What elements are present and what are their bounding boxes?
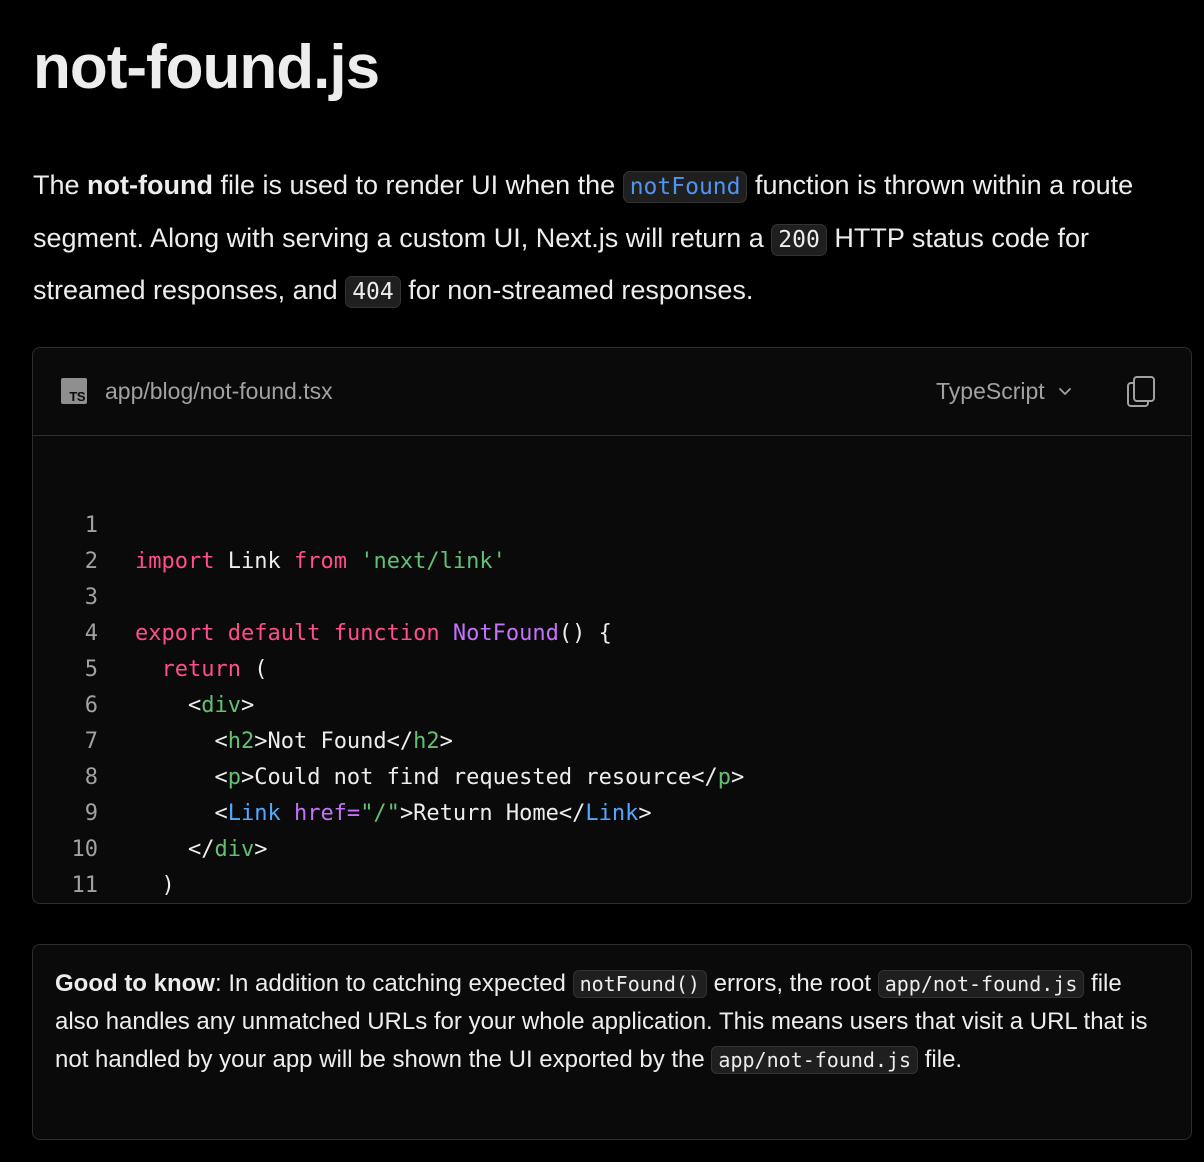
- note-text: : In addition to catching expected: [214, 970, 573, 997]
- intro-bold-term: not-found: [87, 170, 213, 200]
- code-line: 5 <div>: [33, 616, 1191, 718]
- copy-icon[interactable]: [1125, 374, 1157, 408]
- code-line: 8 <Link href="/">Return Home</Link>: [33, 724, 1191, 826]
- code-block: TS app/blog/not-found.tsx TypeScript 1 i…: [32, 347, 1192, 904]
- token: ): [135, 873, 175, 898]
- code-line: 1 import Link from 'next/link': [33, 472, 1191, 574]
- code-line: 9 </div>: [33, 760, 1191, 862]
- inline-code-app-not-found: app/not-found.js: [877, 970, 1085, 998]
- language-label: TypeScript: [936, 378, 1045, 404]
- code-line: 2: [33, 508, 1191, 574]
- code-line: 6 <h2>Not Found</h2>: [33, 652, 1191, 754]
- inline-code-app-not-found: app/not-found.js: [711, 1046, 919, 1074]
- code-block-header: TS app/blog/not-found.tsx TypeScript: [33, 348, 1191, 436]
- note-label: Good to know: [55, 970, 215, 997]
- line-number: 11: [71, 873, 99, 898]
- inline-code-404: 404: [345, 276, 401, 308]
- code-line: 7 <p>Could not find requested resource</…: [33, 688, 1191, 790]
- intro-text: for non-streamed responses.: [400, 275, 754, 305]
- code-line: 3 export default function NotFound() {: [33, 544, 1191, 646]
- typescript-file-icon: TS: [61, 378, 87, 404]
- inline-code-200: 200: [771, 223, 827, 256]
- intro-text: file is used to render UI when the: [212, 170, 623, 200]
- inline-code-notfound: notFound(): [572, 970, 707, 998]
- language-selector[interactable]: TypeScript: [936, 376, 1075, 406]
- code-filename: app/blog/not-found.tsx: [105, 378, 333, 404]
- code-line: 10 ): [33, 796, 1191, 898]
- intro-paragraph: The not-found file is used to render UI …: [33, 160, 1193, 318]
- notfound-link[interactable]: notFound: [622, 171, 748, 203]
- intro-text: The: [33, 170, 88, 200]
- note-text: file.: [918, 1046, 963, 1073]
- good-to-know-callout: Good to know: In addition to catching ex…: [32, 944, 1192, 1140]
- code-lines: 1 import Link from 'next/link' 2 3 expor…: [33, 472, 1191, 898]
- page-title: not-found.js: [33, 33, 380, 102]
- line-source: ): [135, 868, 175, 903]
- chevron-down-icon: [1058, 388, 1071, 395]
- note-text: errors, the root: [706, 970, 878, 997]
- code-line: 4 return (: [33, 580, 1191, 682]
- code-line: 11 }: [33, 832, 1191, 898]
- file-icon-label: TS: [69, 389, 85, 404]
